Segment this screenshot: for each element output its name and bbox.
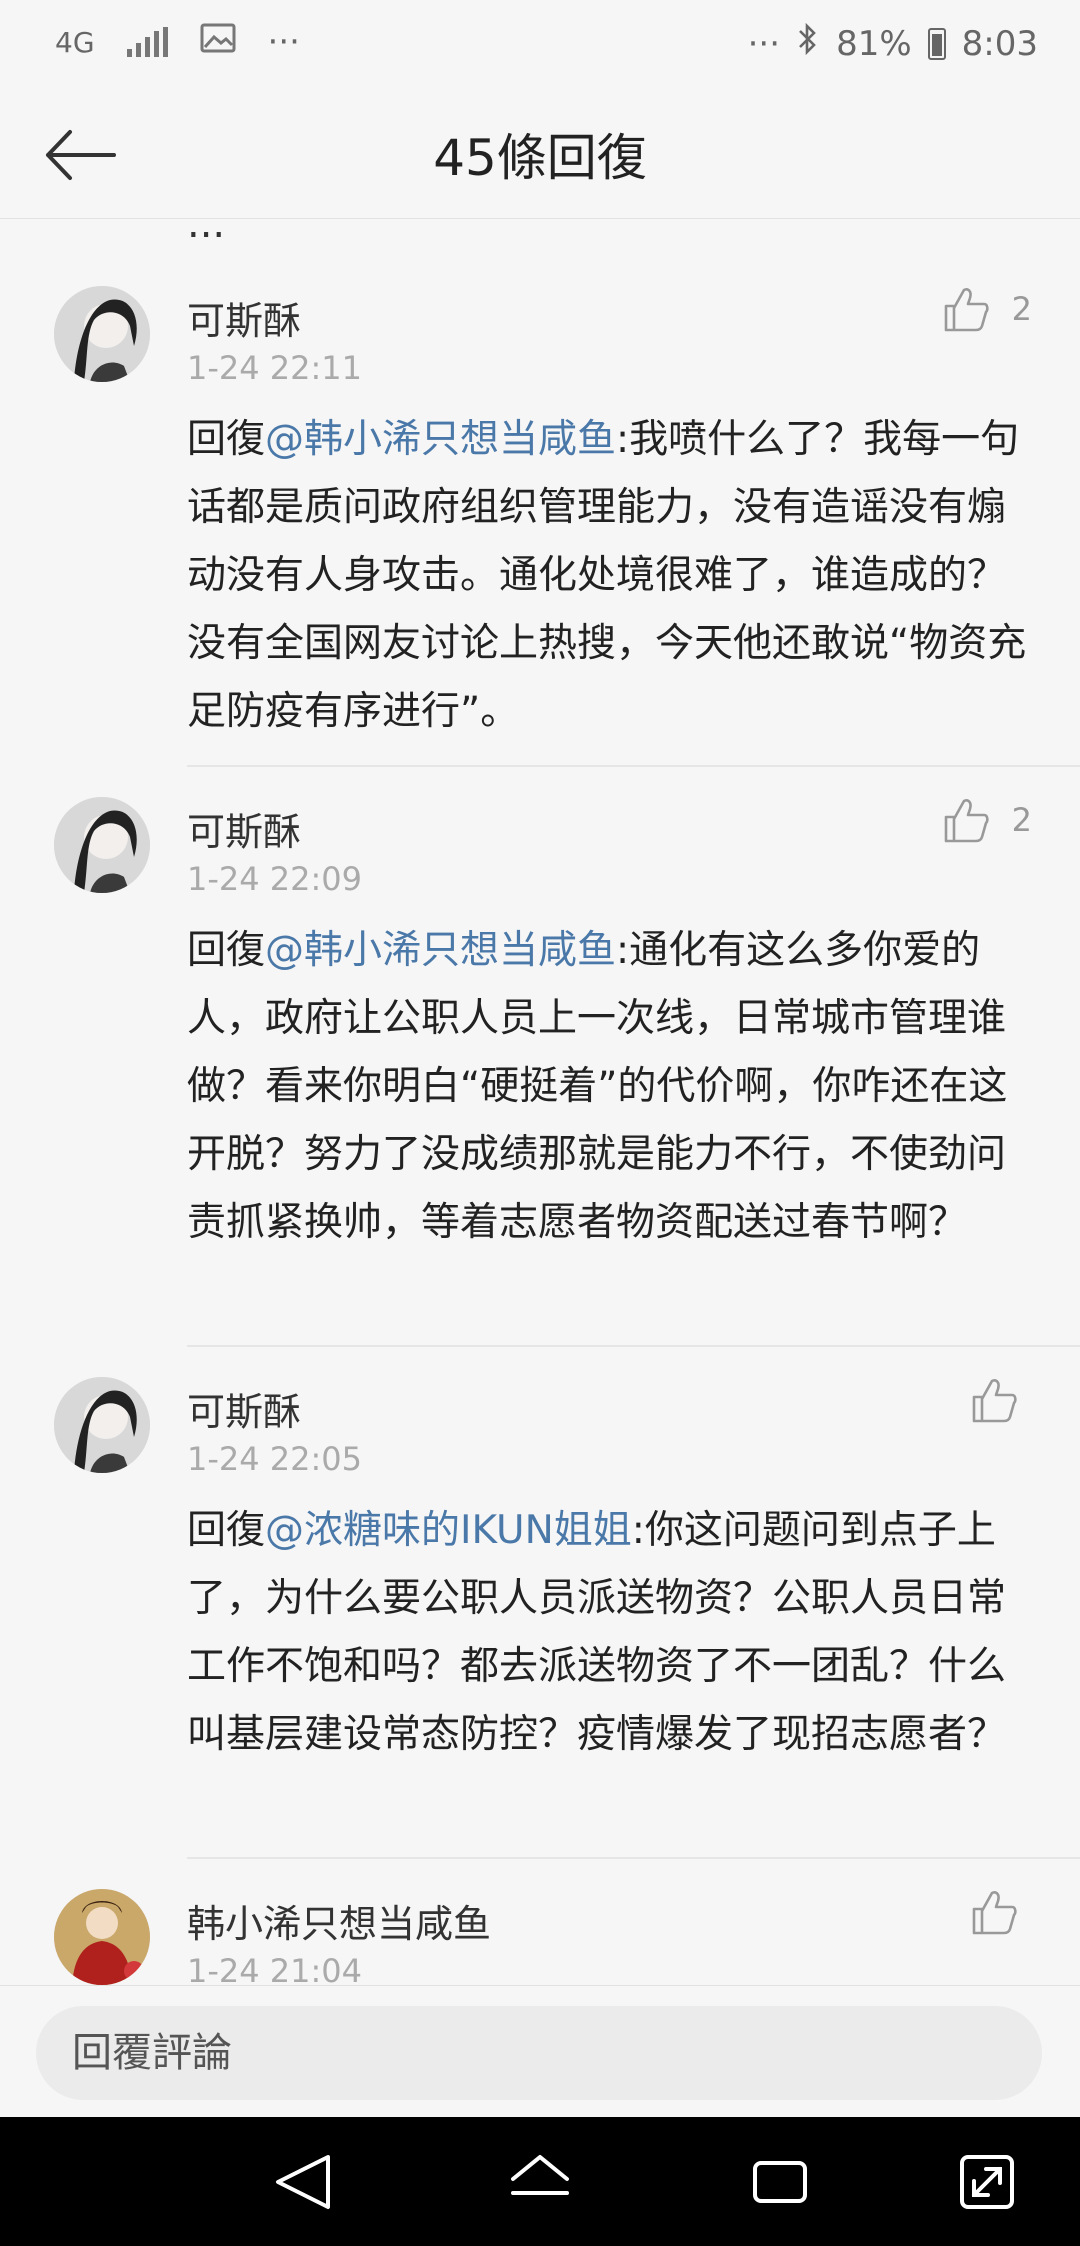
- avatar[interactable]: [54, 797, 150, 893]
- mention-link[interactable]: @浓糖味的IKUN姐姐: [265, 1508, 632, 1553]
- like-count: 2: [1011, 801, 1032, 839]
- nav-expand-button[interactable]: [952, 2149, 1022, 2215]
- status-bar: 4G ··· ··· 81% 8:03: [0, 0, 1080, 90]
- reply-prefix: 回復: [187, 928, 266, 973]
- comment-body: 回復@韩小浠只想当咸鱼:通化有这么多你爱的人，政府让公职人员上一次线，日常城市管…: [187, 917, 1037, 1257]
- author-name[interactable]: 可斯酥: [187, 290, 301, 345]
- signal-icon: [126, 27, 168, 57]
- nav-back-button[interactable]: [268, 2149, 338, 2215]
- divider: [187, 765, 1080, 767]
- recents-icon: [753, 2161, 807, 2203]
- thumbs-up-icon: [972, 1891, 1017, 1935]
- like-button[interactable]: [970, 1889, 1040, 1935]
- mention-link[interactable]: @韩小浠只想当咸鱼: [265, 928, 616, 973]
- nav-recents-button[interactable]: [745, 2149, 815, 2215]
- battery-icon: [927, 27, 946, 60]
- author-name[interactable]: 可斯酥: [187, 1381, 301, 1436]
- nav-home-button[interactable]: [505, 2149, 575, 2215]
- battery-percent: 81%: [836, 23, 912, 64]
- comment-item[interactable]: 可斯酥 1-24 22:09 2 回復@韩小浠只想当咸鱼:通化有这么多你爱的人，…: [0, 797, 1080, 1327]
- comment-text: :通化有这么多你爱的人，政府让公职人员上一次线，日常城市管理谁做？看来你明白“硬…: [187, 928, 1008, 1245]
- back-triangle-icon: [276, 2155, 330, 2209]
- divider: [187, 1345, 1080, 1347]
- comment-body: 回復@浓糖味的IKUN姐姐:你这问题问到点子上了，为什么要公职人员派送物资？公职…: [187, 1497, 1037, 1769]
- avatar[interactable]: [54, 286, 150, 382]
- reply-prefix: 回復: [187, 417, 266, 462]
- like-button[interactable]: 2: [942, 286, 1032, 332]
- comment-time: 1-24 22:11: [187, 349, 363, 387]
- thumbs-up-icon: [972, 1379, 1017, 1423]
- page-title: 45條回復: [433, 129, 647, 187]
- comment-time: 1-24 22:09: [187, 860, 363, 898]
- previous-comment-tail: ...: [187, 219, 226, 247]
- reply-bar: [0, 1985, 1080, 2118]
- expand-icon: [960, 2155, 1014, 2209]
- author-name[interactable]: 可斯酥: [187, 801, 301, 856]
- comment-item[interactable]: 韩小浠只想当咸鱼 1-24 21:04: [0, 1889, 1080, 1985]
- comment-item[interactable]: 可斯酥 1-24 22:11 2 回復@韩小浠只想当咸鱼:我喷什么了？我每一句话…: [0, 286, 1080, 734]
- clock: 8:03: [961, 23, 1038, 64]
- gallery-icon: [200, 22, 236, 62]
- comment-time: 1-24 21:04: [187, 1952, 363, 1985]
- comment-text: :我喷什么了？我每一句话都是质问政府组织管理能力，没有造谣没有煽动没有人身攻击。…: [187, 417, 1027, 734]
- header: 45條回復: [0, 90, 1080, 219]
- avatar[interactable]: [54, 1889, 150, 1985]
- like-count: 2: [1011, 290, 1032, 328]
- reply-input[interactable]: [36, 2006, 1042, 2100]
- like-button[interactable]: [970, 1377, 1040, 1423]
- home-icon: [511, 2155, 569, 2195]
- comment-item[interactable]: 可斯酥 1-24 22:05 回復@浓糖味的IKUN姐姐:你这问题问到点子上了，…: [0, 1377, 1080, 1847]
- network-4g-icon: 4G: [55, 25, 95, 59]
- bluetooth-icon: [796, 22, 820, 65]
- mention-link[interactable]: @韩小浠只想当咸鱼: [265, 417, 616, 462]
- author-name[interactable]: 韩小浠只想当咸鱼: [187, 1893, 491, 1948]
- comment-time: 1-24 22:05: [187, 1440, 363, 1478]
- more-right-text: ···: [747, 23, 781, 64]
- divider: [187, 1857, 1080, 1859]
- more-left-text: ···: [267, 22, 300, 62]
- like-button[interactable]: 2: [942, 797, 1032, 843]
- navigation-bar: [0, 2117, 1080, 2246]
- thumbs-up-icon: [944, 799, 989, 843]
- reply-list[interactable]: ... 可斯酥 1-24 22:11 2 回復@韩小浠只想当咸鱼:我喷什么了？我…: [0, 219, 1080, 1985]
- thumbs-up-icon: [944, 288, 989, 332]
- reply-prefix: 回復: [187, 1508, 266, 1553]
- comment-body: 回復@韩小浠只想当咸鱼:我喷什么了？我每一句话都是质问政府组织管理能力，没有造谣…: [187, 406, 1037, 746]
- avatar[interactable]: [54, 1377, 150, 1473]
